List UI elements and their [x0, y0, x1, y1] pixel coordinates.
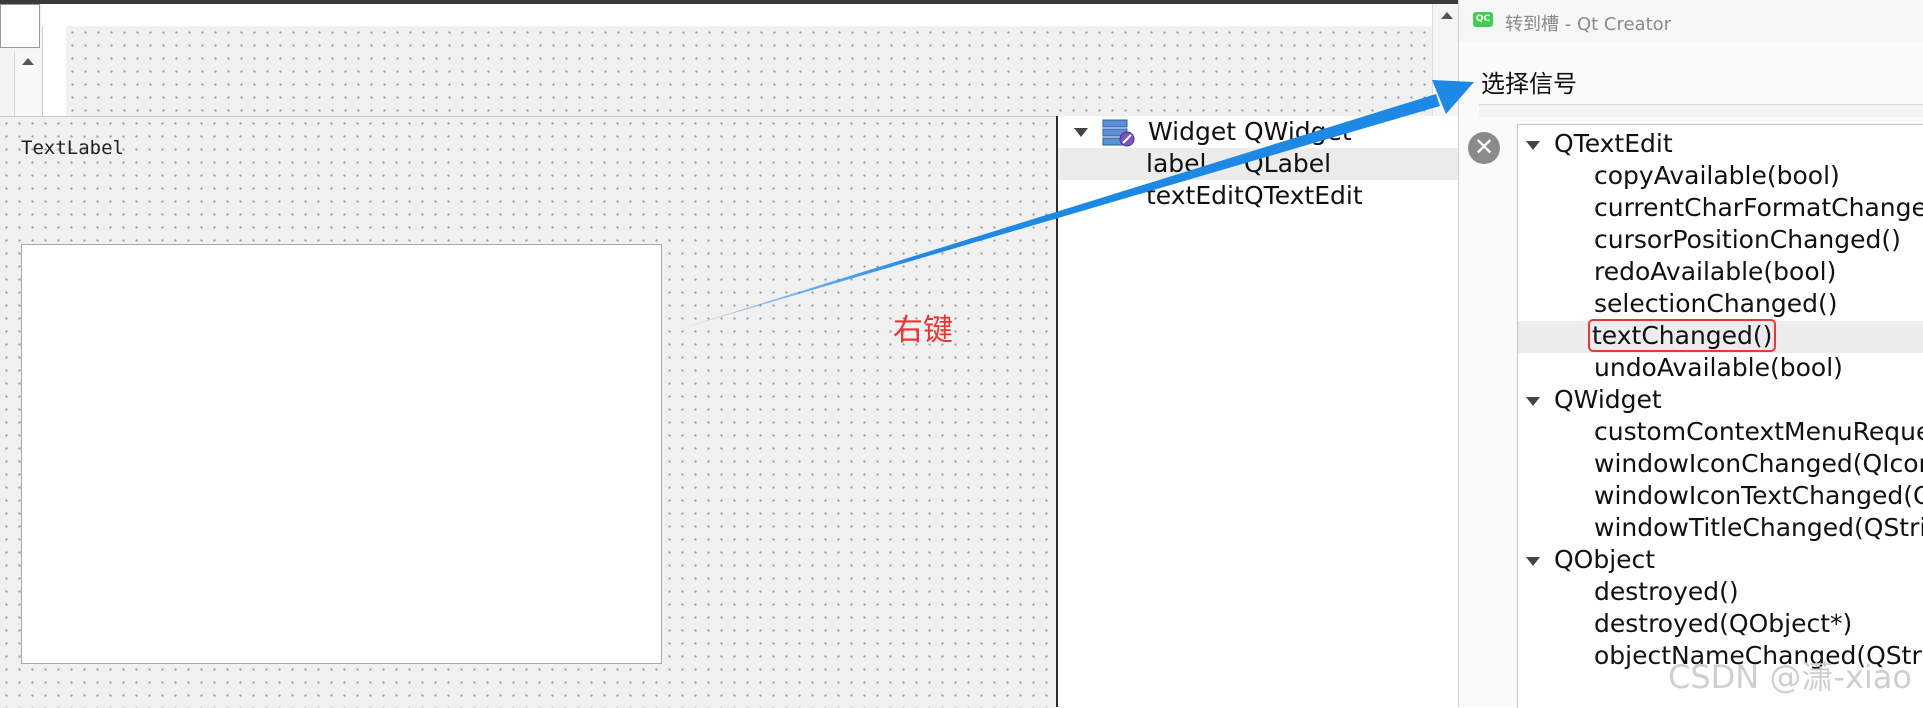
background-vertical-scrollbar[interactable] — [1432, 4, 1461, 116]
background-left-scrollbar[interactable] — [14, 52, 41, 116]
go-to-slot-dialog: QC 转到槽 - Qt Creator 选择信号 QTextEdit copyAv… — [1458, 0, 1923, 708]
signal-label: windowIconTextChanged(QS — [1594, 481, 1923, 510]
scroll-up-icon[interactable] — [22, 58, 34, 65]
expand-arrow-icon[interactable] — [1526, 397, 1540, 406]
dialog-prompt: 选择信号 — [1481, 70, 1577, 98]
object-row-widget[interactable]: Widget QWidget — [1058, 116, 1518, 148]
background-canvas-header — [42, 4, 1432, 26]
expand-arrow-icon[interactable] — [1526, 141, 1540, 150]
dialog-title-bar[interactable]: QC 转到槽 - Qt Creator — [1459, 0, 1923, 42]
signal-label: windowTitleChanged(QString — [1594, 513, 1923, 542]
object-inspector: Widget QWidget label QLabel textEdit QTe… — [1056, 116, 1518, 707]
signal-group-label: QTextEdit — [1554, 129, 1673, 158]
object-name: label — [1146, 149, 1207, 178]
text-edit-widget[interactable] — [21, 244, 662, 664]
signal-label: selectionChanged() — [1594, 289, 1838, 318]
signal-item[interactable]: redoAvailable(bool) — [1518, 257, 1923, 289]
signal-tree[interactable]: QTextEdit copyAvailable(bool) currentCharF… — [1517, 124, 1923, 708]
expand-arrow-icon[interactable] — [1074, 128, 1088, 137]
object-name: textEdit — [1146, 181, 1244, 210]
object-row-textedit[interactable]: textEdit QTextEdit — [1058, 180, 1518, 212]
signal-item[interactable]: cursorPositionChanged() — [1518, 225, 1923, 257]
right-click-annotation: 右键 — [893, 313, 953, 348]
signal-item[interactable]: copyAvailable(bool) — [1518, 161, 1923, 193]
signal-item[interactable]: destroyed(QObject*) — [1518, 609, 1923, 641]
signal-item[interactable]: destroyed() — [1518, 577, 1923, 609]
background-design-canvas — [66, 26, 1432, 116]
object-class: QWidget — [1244, 117, 1352, 146]
scroll-up-icon[interactable] — [1441, 12, 1453, 19]
signal-group-qtextedit[interactable]: QTextEdit — [1518, 129, 1923, 161]
signal-label: cursorPositionChanged() — [1594, 225, 1901, 254]
text-label-widget[interactable]: TextLabel — [21, 137, 124, 159]
signal-label: windowIconChanged(QIcon) — [1594, 449, 1923, 478]
signal-item[interactable]: textChanged() — [1518, 319, 1923, 353]
background-left-field — [0, 4, 40, 48]
signal-group-label: QObject — [1554, 545, 1656, 574]
csdn-watermark: CSDN @潇-xiao — [1668, 658, 1912, 696]
widget-icon — [1102, 119, 1135, 147]
qt-creator-icon: QC — [1473, 12, 1493, 27]
signal-group-qwidget[interactable]: QWidget — [1518, 385, 1923, 417]
dialog-title: 转到槽 - Qt Creator — [1505, 14, 1672, 35]
signal-label: redoAvailable(bool) — [1594, 257, 1837, 286]
signal-item[interactable]: windowIconChanged(QIcon) — [1518, 449, 1923, 481]
signal-label: copyAvailable(bool) — [1594, 161, 1840, 190]
signal-item[interactable]: selectionChanged() — [1518, 289, 1923, 321]
object-name: Widget — [1148, 117, 1237, 146]
signal-label: currentCharFormatChanged( — [1594, 193, 1923, 222]
dialog-separator — [1479, 104, 1923, 117]
signal-label: destroyed(QObject*) — [1594, 609, 1853, 638]
close-icon[interactable]: ✕ — [1468, 132, 1500, 164]
signal-label: customContextMenuRequest — [1594, 417, 1923, 446]
signal-group-qobject[interactable]: QObject — [1518, 545, 1923, 577]
form-design-canvas[interactable]: TextLabel 右键 — [0, 116, 1057, 708]
signal-item[interactable]: undoAvailable(bool) — [1518, 353, 1923, 385]
signal-label: destroyed() — [1594, 577, 1739, 606]
signal-item[interactable]: customContextMenuRequest — [1518, 417, 1923, 449]
object-row-label[interactable]: label QLabel — [1058, 148, 1518, 180]
object-class: QTextEdit — [1244, 181, 1363, 210]
signal-label: undoAvailable(bool) — [1594, 353, 1843, 382]
object-class: QLabel — [1244, 149, 1332, 178]
signal-item[interactable]: currentCharFormatChanged( — [1518, 193, 1923, 225]
signal-item[interactable]: windowIconTextChanged(QS — [1518, 481, 1923, 513]
signal-label: textChanged() — [1587, 319, 1777, 352]
expand-arrow-icon[interactable] — [1526, 557, 1540, 566]
signal-group-label: QWidget — [1554, 385, 1662, 414]
signal-item[interactable]: windowTitleChanged(QString — [1518, 513, 1923, 545]
